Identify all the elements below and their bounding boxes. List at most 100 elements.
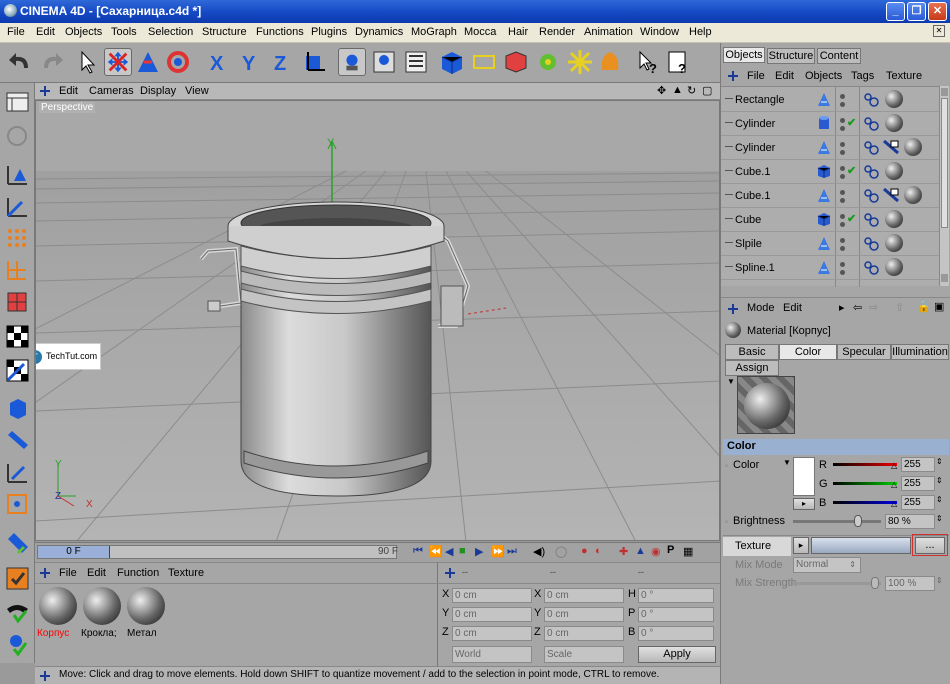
texture-tag-icon[interactable]: [885, 90, 903, 108]
tab-color[interactable]: Color: [779, 344, 837, 360]
array-icon[interactable]: [534, 48, 562, 76]
texture-browse-button[interactable]: ...: [915, 537, 945, 554]
restore-button[interactable]: ❐: [907, 2, 926, 21]
attributes-menu-mode[interactable]: Mode: [747, 302, 775, 314]
viewport-menu-display[interactable]: Display: [140, 85, 176, 97]
texture-tag-icon[interactable]: [885, 162, 903, 180]
render-visibility-dot[interactable]: [840, 246, 845, 251]
coord-move-icon[interactable]: [444, 567, 456, 579]
object-row[interactable]: Spline.1: [721, 256, 939, 280]
menu-help[interactable]: Help: [689, 26, 712, 38]
goto-end-icon[interactable]: ⏭: [507, 545, 517, 558]
polygons-mode-icon[interactable]: [4, 289, 31, 316]
render-visibility-dot[interactable]: [840, 174, 845, 179]
render-visibility-dot[interactable]: [840, 150, 845, 155]
menu-plugins[interactable]: Plugins: [311, 26, 347, 38]
objects-menu-texture[interactable]: Texture: [886, 70, 922, 82]
g-slider-handle-icon[interactable]: △: [891, 480, 897, 489]
g-stepper-icon[interactable]: ⇕: [936, 476, 943, 485]
tweak-mode-icon[interactable]: [4, 427, 31, 454]
b-stepper-icon[interactable]: ⇕: [936, 495, 943, 504]
r-slider-handle-icon[interactable]: △: [891, 461, 897, 470]
render-region-icon[interactable]: [4, 631, 31, 658]
keyframe-selection-icon[interactable]: ◐: [595, 545, 602, 557]
material-menu-function[interactable]: Function: [117, 567, 159, 579]
menu-selection[interactable]: Selection: [148, 26, 193, 38]
points-mode-icon[interactable]: [4, 225, 31, 252]
edges-mode-icon[interactable]: [4, 257, 31, 284]
render-visibility-dot[interactable]: [840, 270, 845, 275]
menu-functions[interactable]: Functions: [256, 26, 304, 38]
material-menu-edit[interactable]: Edit: [87, 567, 106, 579]
texture-mode-icon[interactable]: [402, 48, 430, 76]
editor-visibility-dot[interactable]: [840, 142, 845, 147]
layout-icon[interactable]: [4, 89, 31, 116]
object-row[interactable]: Cube.1 ✔: [721, 160, 939, 184]
b-slider-handle-icon[interactable]: △: [891, 499, 897, 508]
sound-icon[interactable]: ◀): [533, 545, 545, 558]
z-axis-lock-icon[interactable]: Z: [268, 48, 296, 76]
menu-file[interactable]: File: [7, 26, 25, 38]
viewport-zoom-icon[interactable]: ▲: [672, 84, 683, 96]
undo-icon[interactable]: [6, 48, 34, 76]
editor-visibility-dot[interactable]: [840, 118, 845, 123]
object-axis-icon[interactable]: [4, 395, 31, 422]
menu-hair[interactable]: Hair: [508, 26, 528, 38]
object-name[interactable]: Cylinder: [735, 118, 775, 130]
editor-visibility-dot[interactable]: [840, 262, 845, 267]
phong-tag-icon[interactable]: [864, 93, 880, 107]
size-z-field[interactable]: 0 cm: [544, 626, 624, 641]
rot-b-field[interactable]: 0 °: [638, 626, 714, 641]
enabled-check-icon[interactable]: ✔: [847, 164, 856, 177]
viewport-menu-view[interactable]: View: [185, 85, 209, 97]
render-visibility-dot[interactable]: [840, 126, 845, 131]
select-arrow-icon[interactable]: [74, 48, 102, 76]
texture-tag-icon[interactable]: [885, 114, 903, 132]
object-name[interactable]: Rectangle: [735, 94, 785, 106]
rotate-tool-icon[interactable]: [164, 48, 192, 76]
tab-specular[interactable]: Specular: [837, 344, 891, 360]
color-expand-button[interactable]: ▸: [793, 498, 815, 510]
objects-menu-objects[interactable]: Objects: [805, 70, 842, 82]
pos-z-field[interactable]: 0 cm: [452, 626, 532, 641]
play-backward-icon[interactable]: ◀: [445, 545, 453, 558]
viewport-menu-cameras[interactable]: Cameras: [89, 85, 134, 97]
help-document-icon[interactable]: ?: [664, 48, 692, 76]
b-field[interactable]: 255: [901, 495, 935, 510]
object-row[interactable]: Cube.1: [721, 184, 939, 208]
tab-objects[interactable]: Objects: [723, 47, 765, 63]
texture-tag-icon[interactable]: [885, 234, 903, 252]
object-row[interactable]: Cylinder ✔: [721, 112, 939, 136]
material-swatch-korpus[interactable]: Корпус: [37, 585, 79, 645]
mix-strength-field[interactable]: 100 %: [885, 576, 935, 591]
render-picture-viewer-icon[interactable]: [4, 565, 31, 592]
object-row[interactable]: Cube ✔: [721, 208, 939, 232]
phong-tag-icon[interactable]: [864, 117, 880, 131]
viewport-maximize-icon[interactable]: ▢: [702, 84, 712, 97]
x-axis-lock-icon[interactable]: X: [204, 48, 232, 76]
scroll-up-icon[interactable]: [941, 88, 948, 96]
menu-edit[interactable]: Edit: [36, 26, 55, 38]
stop-icon[interactable]: ■: [459, 545, 466, 557]
parameter-key-icon[interactable]: P: [667, 544, 674, 556]
next-key-icon[interactable]: ⏩: [491, 545, 505, 558]
checker-texture-icon[interactable]: [4, 323, 31, 350]
use-model-mode-icon[interactable]: [338, 48, 366, 76]
object-name[interactable]: Cylinder: [735, 142, 775, 154]
axis-tool-icon[interactable]: [4, 193, 31, 220]
editor-visibility-dot[interactable]: [840, 190, 845, 195]
material-swatch-metal[interactable]: Метал: [125, 585, 167, 645]
back-icon[interactable]: ⇦: [853, 301, 862, 314]
phong-tag-icon[interactable]: [864, 141, 880, 155]
render-visibility-dot[interactable]: [840, 222, 845, 227]
mix-mode-dropdown[interactable]: Normal ⇕: [793, 557, 861, 573]
object-name[interactable]: Slpile: [735, 238, 762, 250]
move-tool-icon[interactable]: [104, 48, 132, 76]
object-name[interactable]: Cube: [735, 214, 761, 226]
brightness-slider-handle[interactable]: [854, 515, 862, 527]
menu-tools[interactable]: Tools: [111, 26, 137, 38]
material-preview[interactable]: [737, 376, 795, 434]
texture-tag-icon[interactable]: [885, 210, 903, 228]
size-y-field[interactable]: 0 cm: [544, 607, 624, 622]
material-move-icon[interactable]: [39, 567, 51, 579]
